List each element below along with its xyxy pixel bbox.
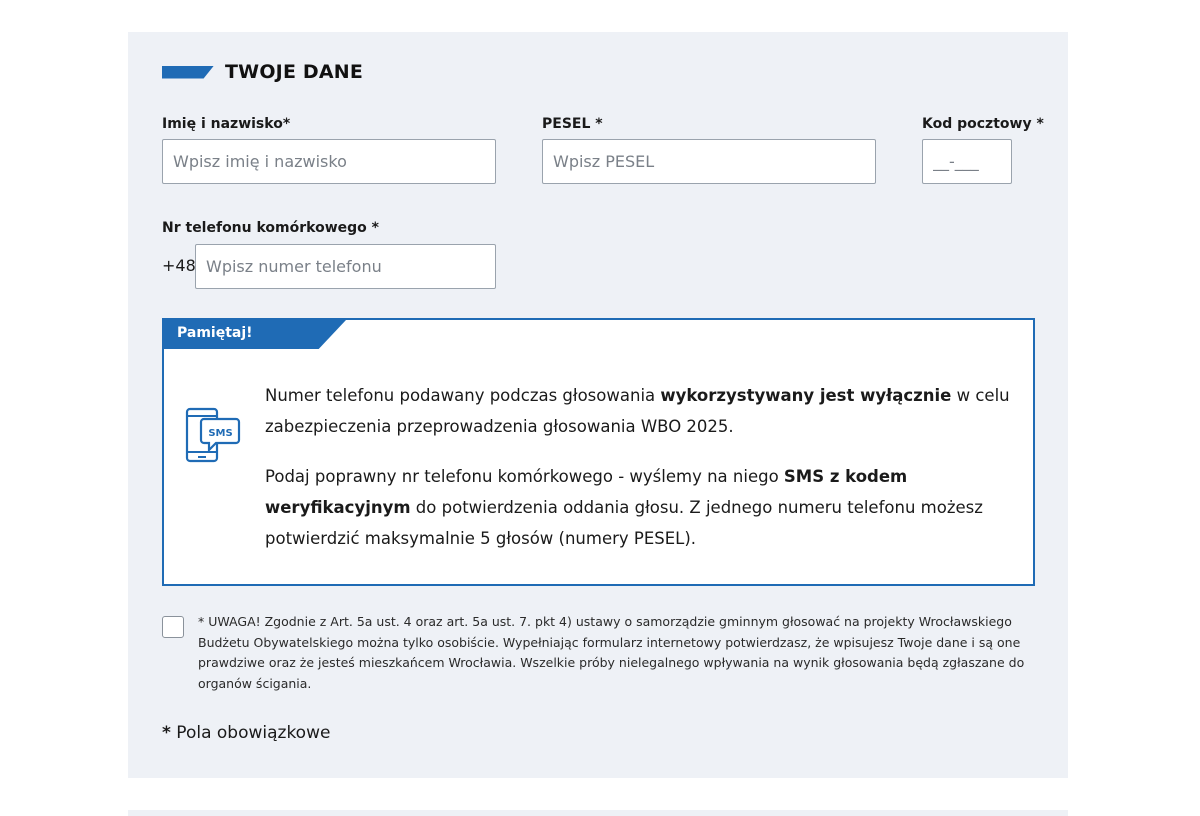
pesel-label: PESEL * [542, 116, 603, 132]
personal-data-panel: TWOJE DANE Imię i nazwisko* PESEL * Kod … [128, 32, 1068, 778]
reminder-tab-label: Pamiętaj! [177, 325, 253, 341]
reminder-text: Numer telefonu podawany podczas głosowan… [265, 380, 1025, 554]
postal-code-label: Kod pocztowy * [922, 116, 1044, 132]
reminder-box: Pamiętaj! SMS Numer telefonu podawany po… [162, 318, 1035, 586]
consent-checkbox[interactable] [162, 616, 184, 638]
next-section-panel [128, 810, 1068, 816]
postal-code-input[interactable] [922, 139, 1012, 184]
reminder-paragraph-2: Podaj poprawny nr telefonu komórkowego -… [265, 467, 983, 548]
phone-prefix: +48 [162, 256, 196, 275]
section-header: TWOJE DANE [162, 60, 363, 84]
sms-icon-text: SMS [208, 428, 232, 439]
phone-input[interactable] [195, 244, 496, 289]
consent-text: * UWAGA! Zgodnie z Art. 5a ust. 4 oraz a… [198, 614, 1025, 691]
section-title: TWOJE DANE [225, 61, 364, 83]
required-fields-note: * Pola obowiązkowe [162, 723, 331, 743]
sms-phone-icon: SMS [185, 407, 241, 463]
pesel-input[interactable] [542, 139, 876, 184]
phone-label: Nr telefonu komórkowego * [162, 220, 379, 236]
reminder-paragraph-1: Numer telefonu podawany podczas głosowan… [265, 386, 1010, 436]
name-input[interactable] [162, 139, 496, 184]
name-label: Imię i nazwisko* [162, 116, 291, 132]
section-title-accent [162, 65, 214, 79]
